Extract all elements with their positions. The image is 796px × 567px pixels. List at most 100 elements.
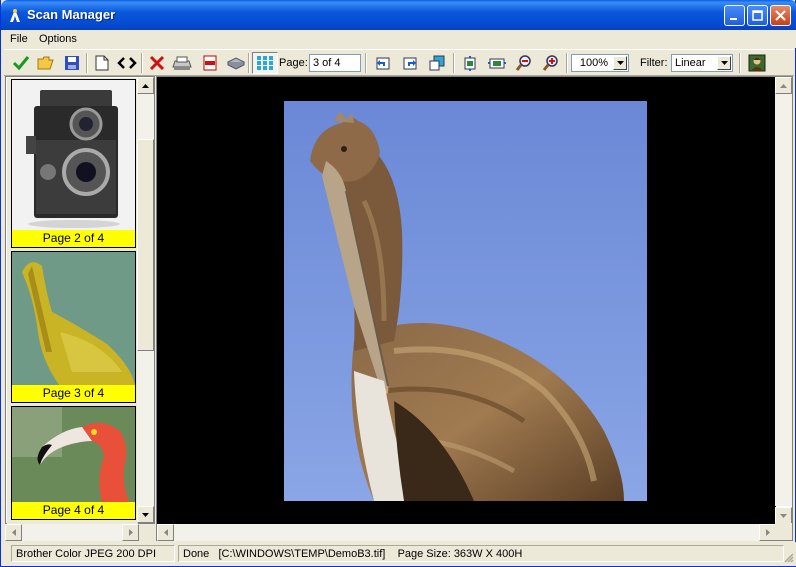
- thumbnail-caption: Page 4 of 4: [12, 502, 135, 519]
- accept-button[interactable]: [9, 52, 32, 74]
- scroll-down-button[interactable]: [137, 506, 154, 523]
- viewer-scroll-left-button[interactable]: [157, 524, 174, 541]
- rotate-right-button[interactable]: [398, 52, 421, 74]
- menu-file[interactable]: File: [10, 33, 28, 45]
- zoom-out-button[interactable]: [512, 52, 535, 74]
- title-bar[interactable]: Scan Manager: [1, 0, 796, 30]
- scroll-corner: [775, 523, 792, 540]
- status-path: [C:\WINDOWS\TEMP\DemoB3.tif]: [218, 548, 386, 560]
- portrait-icon: [748, 54, 765, 72]
- viewer-vscrollbar[interactable]: [775, 94, 792, 506]
- chevron-down-icon: [720, 61, 728, 65]
- zoom-dropdown-arrow[interactable]: [613, 56, 627, 70]
- save-button[interactable]: [60, 52, 83, 74]
- viewer-scroll-right-button[interactable]: [759, 524, 776, 541]
- thumbnail-caption: Page 2 of 4: [12, 230, 135, 247]
- zoom-in-icon: [542, 55, 558, 71]
- thumbnail-view-button[interactable]: [252, 52, 278, 74]
- viewer-hscrollbar[interactable]: [157, 524, 776, 541]
- window-title: Scan Manager: [27, 7, 116, 22]
- maximize-icon: [752, 10, 763, 21]
- filter-value: Linear: [675, 57, 706, 69]
- print-button[interactable]: [170, 52, 193, 74]
- thumbnail-image-camera: [12, 80, 135, 230]
- chevron-up-icon: [780, 83, 787, 88]
- chevron-up-icon: [142, 83, 149, 88]
- thumbnail-image-flamingo: [12, 407, 135, 503]
- menu-bar: File Options: [1, 30, 796, 48]
- menu-options[interactable]: Options: [39, 33, 77, 45]
- zoom-out-icon: [515, 55, 531, 71]
- fit-height-icon: [464, 56, 475, 71]
- close-button[interactable]: [770, 5, 791, 26]
- current-page-image[interactable]: [284, 101, 647, 501]
- thumbnail-panel: Page 2 of 4 Page 3 of 4 Page 4 of 4: [5, 76, 155, 524]
- checkmark-icon: [12, 56, 29, 71]
- zoom-value: 100%: [579, 57, 608, 69]
- fit-width-icon: [487, 58, 506, 69]
- filter-select[interactable]: Linear: [671, 54, 733, 72]
- scan-manager-window: Scan Manager File Options Page: 3 of 4 1…: [0, 0, 796, 567]
- status-state: Done: [183, 548, 210, 560]
- scan-button[interactable]: [224, 52, 247, 74]
- delete-x-icon: [149, 55, 164, 71]
- resize-grip-icon[interactable]: [782, 551, 794, 563]
- scroll-up-button[interactable]: [137, 77, 154, 94]
- rotate-left-button[interactable]: [371, 52, 394, 74]
- pdf-button[interactable]: [198, 52, 221, 74]
- chevron-left-icon: [163, 529, 168, 536]
- image-viewer: [156, 76, 793, 541]
- scanner-icon: [226, 57, 245, 70]
- scroll-left-button[interactable]: [5, 524, 22, 541]
- fit-width-button[interactable]: [485, 52, 508, 74]
- thumbnail-image-pelican: [12, 252, 135, 386]
- chevron-left-icon: [11, 529, 16, 536]
- scroll-thumb[interactable]: [137, 139, 154, 351]
- thumbnail-scrollbar[interactable]: [137, 77, 154, 523]
- blank-page-icon: [95, 55, 108, 71]
- viewer-scroll-down-button[interactable]: [775, 507, 792, 524]
- zoom-select[interactable]: 100%: [571, 54, 629, 72]
- flip-icon: [429, 55, 444, 71]
- thumbnail-page-2[interactable]: Page 2 of 4: [11, 79, 136, 248]
- chevron-right-icon: [765, 529, 770, 536]
- thumbnail-hscrollbar[interactable]: [5, 524, 139, 541]
- floppy-disk-icon: [64, 56, 79, 70]
- thumbnail-page-3[interactable]: Page 3 of 4: [11, 251, 136, 403]
- page-input[interactable]: 3 of 4: [309, 54, 361, 72]
- maximize-button[interactable]: [747, 5, 768, 26]
- filter-dropdown-arrow[interactable]: [717, 56, 731, 70]
- thumbnail-page-4[interactable]: Page 4 of 4: [11, 406, 136, 520]
- chevron-down-icon: [616, 61, 624, 65]
- close-icon: [775, 10, 786, 21]
- status-bar: Brother Color JPEG 200 DPI Done [C:\WIND…: [1, 542, 796, 566]
- status-device: Brother Color JPEG 200 DPI: [11, 545, 175, 562]
- fit-height-button[interactable]: [458, 52, 481, 74]
- status-page-size: Page Size: 363W X 400H: [397, 548, 523, 560]
- image-info-button[interactable]: [745, 52, 768, 74]
- zoom-in-button[interactable]: [539, 52, 562, 74]
- chevron-down-icon: [142, 512, 149, 517]
- minimize-icon: [730, 18, 737, 20]
- printer-icon: [171, 56, 192, 70]
- minimize-button[interactable]: [724, 5, 745, 26]
- chevron-right-icon: [128, 529, 133, 536]
- rotate-left-icon: [376, 57, 389, 70]
- thumbnail-list: Page 2 of 4 Page 3 of 4 Page 4 of 4: [7, 78, 138, 524]
- toolbar: Page: 3 of 4 100% Filter: Linear: [4, 49, 794, 76]
- flip-button[interactable]: [425, 52, 448, 74]
- left-right-arrows-icon: [116, 57, 137, 69]
- filter-label: Filter:: [640, 57, 668, 69]
- navigate-pages-button[interactable]: [115, 52, 138, 74]
- status-details: Done [C:\WINDOWS\TEMP\DemoB3.tif] Page S…: [178, 545, 784, 562]
- pdf-document-icon: [203, 55, 216, 71]
- grid-icon: [257, 56, 273, 70]
- open-button[interactable]: [34, 52, 57, 74]
- folder-open-icon: [37, 56, 54, 70]
- viewer-canvas[interactable]: [157, 77, 776, 524]
- thumbnail-caption: Page 3 of 4: [12, 385, 135, 402]
- new-page-button[interactable]: [90, 52, 113, 74]
- viewer-scroll-up-button[interactable]: [775, 77, 792, 94]
- scroll-right-button[interactable]: [122, 524, 139, 541]
- delete-button[interactable]: [145, 52, 168, 74]
